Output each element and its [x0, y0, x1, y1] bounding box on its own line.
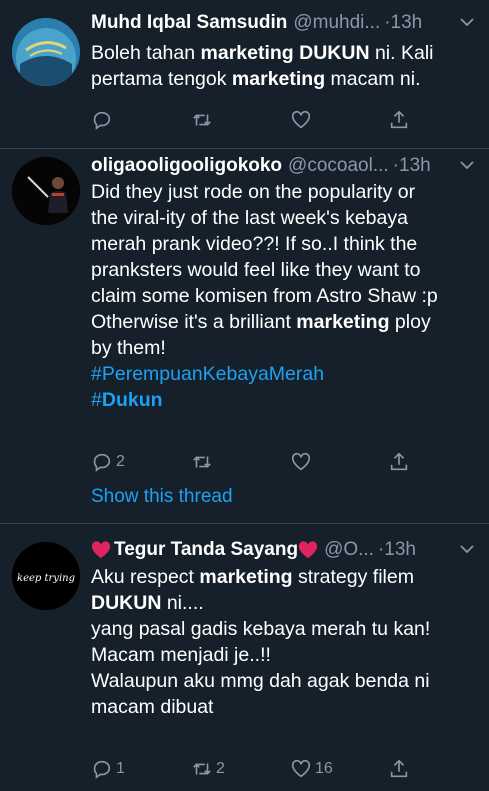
- text-segment: claim some komisen from Astro Shaw :p: [91, 285, 438, 307]
- display-name[interactable]: Tegur Tanda Sayang: [114, 537, 298, 563]
- avatar[interactable]: [12, 157, 80, 225]
- reply-count: 2: [116, 453, 125, 470]
- user-handle[interactable]: @cocoaol...: [288, 153, 389, 179]
- text-segment: Macam menjadi je..!!: [91, 644, 271, 666]
- heart-icon: [291, 452, 311, 471]
- tweet-text-line: Macam menjadi je..!!: [91, 642, 477, 668]
- share-icon: [390, 110, 408, 129]
- hashtag-link[interactable]: #PerempuanKebayaMerah: [91, 363, 324, 385]
- heart-icon: [291, 110, 311, 129]
- tweet-text-line: macam dibuat: [91, 694, 477, 720]
- timestamp[interactable]: ·13h: [378, 537, 416, 563]
- text-segment: marketing: [199, 566, 293, 588]
- text-segment: Did they just rode on the popularity or: [91, 181, 416, 203]
- tweet-text-line: Aku respect marketing strategy filem: [91, 564, 477, 590]
- text-segment: marketing DUKUN: [200, 42, 370, 64]
- tweet-text-line: by them!: [91, 335, 477, 361]
- timestamp[interactable]: ·13h: [393, 153, 431, 179]
- text-segment: pertama tengok: [91, 68, 232, 90]
- text-segment: Otherwise it's a brilliant: [91, 311, 297, 333]
- like-count: 16: [315, 760, 333, 777]
- display-name[interactable]: Muhd Iqbal Samsudin: [91, 10, 287, 36]
- tweet-text-line: #PerempuanKebayaMerah: [91, 361, 477, 387]
- reply-button[interactable]: 2: [91, 449, 125, 475]
- reply-icon: [93, 453, 111, 472]
- tweet-text-line: Otherwise it's a brilliant marketing plo…: [91, 309, 477, 335]
- display-name[interactable]: oligaooligooligokoko: [91, 153, 282, 179]
- text-segment: yang pasal gadis kebaya merah tu kan!: [91, 618, 431, 640]
- retweet-button[interactable]: [191, 449, 216, 475]
- tweet-2[interactable]: oligaooligooligokoko @cocoaol... ·13h Di…: [0, 149, 489, 523]
- avatar[interactable]: keep trying: [12, 542, 80, 610]
- like-button[interactable]: [290, 107, 315, 133]
- text-segment: Boleh tahan: [91, 42, 201, 64]
- tweet-text-line: yang pasal gadis kebaya merah tu kan!: [91, 616, 477, 642]
- chevron-down-icon[interactable]: [459, 541, 475, 557]
- tweet-text-line: merah prank video??! If so..I think the: [91, 231, 477, 257]
- retweet-button[interactable]: [191, 107, 216, 133]
- retweet-icon: [193, 114, 211, 126]
- retweet-icon: [193, 456, 211, 468]
- text-segment: pranksters would feel like they want to: [91, 259, 421, 281]
- tweet-text: Did they just rode on the popularity or t…: [91, 179, 477, 413]
- hashtag-link[interactable]: Dukun: [102, 389, 163, 411]
- text-segment: the viral-ity of the last week's kebaya: [91, 207, 408, 229]
- tweet-text-line: pranksters would feel like they want to: [91, 257, 477, 283]
- heart-icon: [291, 759, 311, 778]
- text-segment: merah prank video??! If so..I think the: [91, 233, 418, 255]
- chevron-down-icon[interactable]: [459, 14, 475, 30]
- text-segment: marketing: [296, 311, 390, 333]
- text-segment: macam ni.: [325, 68, 421, 90]
- reply-button[interactable]: [91, 107, 116, 133]
- reply-button[interactable]: 1: [91, 756, 125, 782]
- text-segment: Walaupun aku mmg dah agak benda ni: [91, 670, 430, 692]
- retweet-count: 2: [216, 760, 225, 777]
- share-button[interactable]: [388, 449, 410, 475]
- tweet-text: Aku respect marketing strategy filem DUKU…: [91, 564, 477, 720]
- tweet-text-line: DUKUN ni....: [91, 590, 477, 616]
- like-button[interactable]: 16: [290, 756, 333, 782]
- user-handle[interactable]: @O...: [324, 537, 374, 563]
- tweet-1[interactable]: Muhd Iqbal Samsudin @muhdi... ·13h Boleh…: [0, 0, 489, 148]
- reply-icon: [93, 760, 111, 779]
- text-segment: by them!: [91, 337, 166, 359]
- tweet-text-line: Walaupun aku mmg dah agak benda ni: [91, 668, 477, 694]
- tweet-text-line: claim some komisen from Astro Shaw :p: [91, 283, 477, 309]
- text-segment: DUKUN: [91, 592, 162, 614]
- text-segment: marketing: [231, 68, 326, 90]
- like-button[interactable]: [290, 449, 315, 475]
- share-icon: [390, 452, 408, 471]
- hashtag-link[interactable]: #: [91, 389, 102, 411]
- svg-text:keep trying: keep trying: [17, 573, 75, 584]
- text-segment: macam dibuat: [91, 696, 214, 718]
- text-segment: strategy filem: [292, 566, 414, 588]
- tweet-text-line: pertama tengok marketing macam ni.: [91, 66, 477, 92]
- share-button[interactable]: [388, 756, 410, 782]
- show-thread-link[interactable]: Show this thread: [91, 486, 233, 508]
- text-segment: Aku respect: [91, 566, 200, 588]
- red-heart-emoji-icon: [298, 541, 318, 559]
- timestamp[interactable]: ·13h: [384, 10, 422, 36]
- avatar[interactable]: [12, 18, 80, 86]
- retweet-button[interactable]: 2: [191, 756, 225, 782]
- red-heart-emoji-icon: [91, 541, 111, 559]
- text-segment: ni....: [161, 592, 204, 614]
- share-button[interactable]: [388, 107, 410, 133]
- tweet-text: Boleh tahan marketing DUKUN ni. Kali pert…: [91, 40, 477, 92]
- reply-count: 1: [116, 760, 125, 777]
- tweet-text-line: the viral-ity of the last week's kebaya: [91, 205, 477, 231]
- tweet-text-line: Did they just rode on the popularity or: [91, 179, 477, 205]
- share-icon: [390, 759, 408, 778]
- text-segment: ni. Kali: [369, 42, 434, 64]
- tweet-text-line: #Dukun: [91, 387, 477, 413]
- user-handle[interactable]: @muhdi...: [293, 10, 380, 36]
- tweet-3[interactable]: keep trying Tegur Tanda Sayang @O... ·13…: [0, 524, 489, 791]
- reply-icon: [93, 111, 111, 130]
- tweet-text-line: Boleh tahan marketing DUKUN ni. Kali: [91, 40, 477, 66]
- chevron-down-icon[interactable]: [459, 157, 475, 173]
- text-segment: ploy: [389, 311, 431, 333]
- retweet-icon: [193, 763, 211, 775]
